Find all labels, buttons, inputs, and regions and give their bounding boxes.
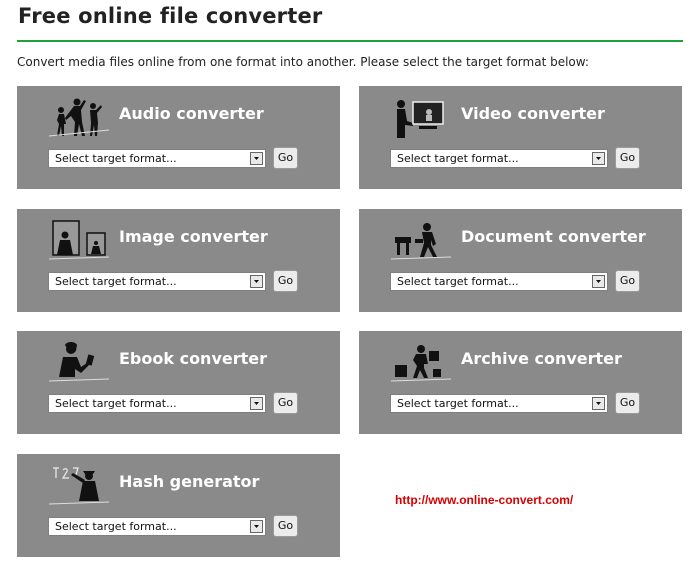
converter-title: Audio converter (119, 104, 264, 123)
target-format-select[interactable]: Select target format... (48, 517, 266, 536)
converter-title: Video converter (461, 104, 605, 123)
dropdown-arrow-icon[interactable] (592, 397, 605, 410)
audio-converter-panel: Audio converter Select target format... … (17, 86, 340, 189)
dropdown-arrow-icon[interactable] (250, 275, 263, 288)
converter-title: Image converter (119, 227, 268, 246)
document-converter-panel: Document converter Select target format.… (359, 209, 682, 312)
dropdown-arrow-icon[interactable] (250, 152, 263, 165)
site-url[interactable]: http://www.online-convert.com/ (395, 493, 573, 507)
formula-silhouette-icon (48, 467, 110, 505)
converter-title: Document converter (461, 227, 646, 246)
select-value: Select target format... (55, 397, 177, 410)
select-value: Select target format... (55, 275, 177, 288)
select-value: Select target format... (397, 275, 519, 288)
film-viewer-silhouette-icon (397, 100, 444, 138)
target-format-select[interactable]: Select target format... (48, 149, 266, 168)
picture-frames-silhouette-icon (48, 220, 110, 260)
video-converter-panel: Video converter Select target format... … (359, 86, 682, 189)
title-divider (17, 40, 683, 42)
dropdown-arrow-icon[interactable] (250, 520, 263, 533)
hash-generator-panel: Hash generator Select target format... G… (17, 454, 340, 557)
converter-title: Hash generator (119, 472, 260, 491)
image-converter-panel: Image converter Select target format... … (17, 209, 340, 312)
go-button[interactable]: Go (273, 515, 298, 537)
go-button[interactable]: Go (615, 270, 640, 292)
target-format-select[interactable]: Select target format... (390, 149, 608, 168)
ebook-converter-panel: Ebook converter Select target format... … (17, 331, 340, 434)
mover-silhouette-icon (390, 345, 452, 382)
reader-silhouette-icon (48, 342, 110, 382)
select-value: Select target format... (55, 152, 177, 165)
dropdown-arrow-icon[interactable] (250, 397, 263, 410)
go-button[interactable]: Go (615, 392, 640, 414)
archive-converter-panel: Archive converter Select target format..… (359, 331, 682, 434)
select-value: Select target format... (397, 397, 519, 410)
select-value: Select target format... (397, 152, 519, 165)
go-button[interactable]: Go (273, 392, 298, 414)
dancers-silhouette-icon (48, 98, 110, 137)
target-format-select[interactable]: Select target format... (390, 272, 608, 291)
office-worker-silhouette-icon (390, 223, 452, 260)
go-button[interactable]: Go (615, 147, 640, 169)
select-value: Select target format... (55, 520, 177, 533)
go-button[interactable]: Go (273, 270, 298, 292)
go-button[interactable]: Go (273, 147, 298, 169)
page-title: Free online file converter (18, 4, 323, 28)
converter-title: Archive converter (461, 349, 622, 368)
converter-title: Ebook converter (119, 349, 268, 368)
intro-text: Convert media files online from one form… (17, 55, 589, 69)
target-format-select[interactable]: Select target format... (390, 394, 608, 413)
dropdown-arrow-icon[interactable] (592, 275, 605, 288)
target-format-select[interactable]: Select target format... (48, 394, 266, 413)
target-format-select[interactable]: Select target format... (48, 272, 266, 291)
dropdown-arrow-icon[interactable] (592, 152, 605, 165)
